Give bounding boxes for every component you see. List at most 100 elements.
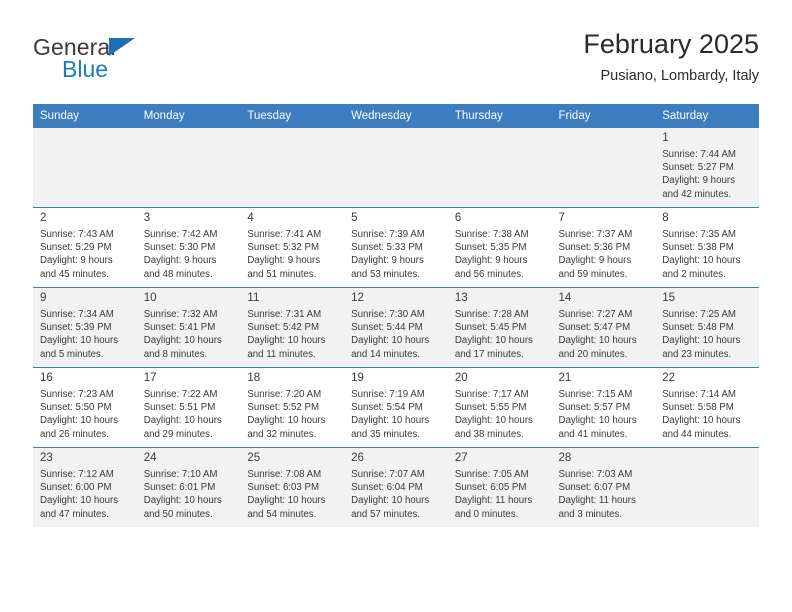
calendar-day-cell[interactable]: 5 Sunrise: 7:39 AM Sunset: 5:33 PM Daylight… xyxy=(344,207,448,287)
calendar-day-cell[interactable]: 2 Sunrise: 7:43 AM Sunset: 5:29 PM Daylight… xyxy=(33,207,137,287)
day-number: 16 xyxy=(40,372,53,384)
sunrise-text: Sunrise: 7:42 AM xyxy=(143,229,218,240)
sunset-text: Sunset: 5:27 PM xyxy=(662,162,734,174)
daylight-text-line1: Daylight: 10 hours xyxy=(143,495,222,507)
daylight-text-line1: Daylight: 10 hours xyxy=(143,335,222,347)
calendar-day-cell[interactable]: 10 Sunrise: 7:32 AM Sunset: 5:41 PM Dayligh… xyxy=(136,287,241,367)
daylight-text-line1: Daylight: 9 hours xyxy=(247,255,321,267)
calendar-day-cell[interactable]: 26 Sunrise: 7:07 AM Sunset: 6:04 PM Dayligh… xyxy=(344,447,448,527)
calendar-day-cell[interactable]: 23 Sunrise: 7:12 AM Sunset: 6:00 PM Dayligh… xyxy=(33,447,137,527)
day-number: 14 xyxy=(558,292,572,304)
calendar-empty-cell xyxy=(655,447,759,527)
empty-cell-inner xyxy=(551,127,656,207)
day-cell-inner: 22 Sunrise: 7:14 AM Sunset: 5:58 PM Dayligh… xyxy=(655,367,759,447)
weekday-header-friday: Friday xyxy=(551,104,656,127)
daylight-text-line1: Daylight: 9 hours xyxy=(351,255,424,267)
sunrise-text: Sunrise: 7:03 AM xyxy=(558,469,633,480)
sunset-text: Sunset: 5:51 PM xyxy=(143,402,216,414)
sunset-text: Sunset: 5:44 PM xyxy=(351,322,423,334)
calendar-day-cell[interactable]: 16 Sunrise: 7:23 AM Sunset: 5:50 PM Dayligh… xyxy=(33,367,137,447)
sunrise-text: Sunrise: 7:28 AM xyxy=(454,309,529,320)
calendar-day-cell[interactable]: 18 Sunrise: 7:20 AM Sunset: 5:52 PM Dayligh… xyxy=(240,367,345,447)
calendar-day-cell[interactable]: 7 Sunrise: 7:37 AM Sunset: 5:36 PM Daylight… xyxy=(551,207,656,287)
sunrise-text: Sunrise: 7:22 AM xyxy=(143,389,218,400)
daylight-text-line1: Daylight: 10 hours xyxy=(247,415,326,427)
sunrise-text: Sunrise: 7:37 AM xyxy=(558,229,633,240)
calendar-day-cell[interactable]: 9 Sunrise: 7:34 AM Sunset: 5:39 PM Daylight… xyxy=(33,287,137,367)
day-cell-inner: 10 Sunrise: 7:32 AM Sunset: 5:41 PM Dayligh… xyxy=(136,287,241,367)
day-cell-inner: 25 Sunrise: 7:08 AM Sunset: 6:03 PM Dayligh… xyxy=(240,447,345,527)
daylight-text-line2: and 38 minutes. xyxy=(454,428,524,440)
daylight-text-line1: Daylight: 10 hours xyxy=(40,415,119,427)
daylight-text-line2: and 59 minutes. xyxy=(558,268,628,280)
calendar-day-cell[interactable]: 28 Sunrise: 7:03 AM Sunset: 6:07 PM Dayligh… xyxy=(551,447,656,527)
calendar-empty-cell xyxy=(344,127,448,207)
calendar-day-cell[interactable]: 13 Sunrise: 7:28 AM Sunset: 5:45 PM Dayligh… xyxy=(447,287,552,367)
sunset-text: Sunset: 6:01 PM xyxy=(143,482,216,494)
daylight-text-line2: and 48 minutes. xyxy=(143,268,213,280)
daylight-text-line1: Daylight: 10 hours xyxy=(558,335,637,347)
sunrise-text: Sunrise: 7:08 AM xyxy=(247,469,322,480)
day-cell-inner: 3 Sunrise: 7:42 AM Sunset: 5:30 PM Daylight… xyxy=(136,207,241,287)
calendar-day-cell[interactable]: 20 Sunrise: 7:17 AM Sunset: 5:55 PM Dayligh… xyxy=(447,367,552,447)
daylight-text-line1: Daylight: 9 hours xyxy=(454,255,528,267)
weekday-header-monday: Monday xyxy=(136,104,241,127)
day-cell-inner: 27 Sunrise: 7:05 AM Sunset: 6:05 PM Dayligh… xyxy=(447,447,552,527)
sunrise-text: Sunrise: 7:17 AM xyxy=(454,389,529,400)
daylight-text-line1: Daylight: 10 hours xyxy=(558,415,637,427)
calendar-week-row: 2 Sunrise: 7:43 AM Sunset: 5:29 PM Daylight… xyxy=(33,207,759,287)
calendar-day-cell[interactable]: 27 Sunrise: 7:05 AM Sunset: 6:05 PM Dayligh… xyxy=(447,447,552,527)
day-cell-inner: 14 Sunrise: 7:27 AM Sunset: 5:47 PM Dayligh… xyxy=(551,287,656,367)
calendar-empty-cell xyxy=(447,127,552,207)
calendar-day-cell[interactable]: 11 Sunrise: 7:31 AM Sunset: 5:42 PM Dayligh… xyxy=(240,287,345,367)
calendar-day-cell[interactable]: 25 Sunrise: 7:08 AM Sunset: 6:03 PM Dayligh… xyxy=(240,447,345,527)
day-cell-inner: 9 Sunrise: 7:34 AM Sunset: 5:39 PM Daylight… xyxy=(33,287,137,367)
calendar-day-cell[interactable]: 6 Sunrise: 7:38 AM Sunset: 5:35 PM Daylight… xyxy=(447,207,552,287)
calendar-week-row: 1 Sunrise: 7:44 AM Sunset: 5:27 PM Daylight… xyxy=(33,127,759,207)
calendar-day-cell[interactable]: 12 Sunrise: 7:30 AM Sunset: 5:44 PM Dayligh… xyxy=(344,287,448,367)
daylight-text-line1: Daylight: 9 hours xyxy=(662,175,735,187)
daylight-text-line2: and 0 minutes. xyxy=(454,508,519,520)
day-cell-inner: 28 Sunrise: 7:03 AM Sunset: 6:07 PM Dayligh… xyxy=(551,447,656,527)
calendar-day-cell[interactable]: 15 Sunrise: 7:25 AM Sunset: 5:48 PM Dayligh… xyxy=(655,287,759,367)
sunset-text: Sunset: 5:58 PM xyxy=(662,402,734,414)
day-cell-inner: 11 Sunrise: 7:31 AM Sunset: 5:42 PM Dayligh… xyxy=(240,287,345,367)
daylight-text-line1: Daylight: 10 hours xyxy=(662,335,741,347)
title-block: February 2025 Pusiano, Lombardy, Italy xyxy=(583,28,759,87)
calendar-day-cell[interactable]: 17 Sunrise: 7:22 AM Sunset: 5:51 PM Dayligh… xyxy=(136,367,241,447)
daylight-text-line2: and 2 minutes. xyxy=(662,268,726,280)
sunset-text: Sunset: 5:29 PM xyxy=(40,242,112,254)
daylight-text-line1: Daylight: 10 hours xyxy=(662,255,741,267)
daylight-text-line2: and 11 minutes. xyxy=(247,348,316,360)
sunrise-text: Sunrise: 7:44 AM xyxy=(662,149,736,160)
calendar-page: General Blue February 2025 Pusiano, Lomb… xyxy=(0,0,792,612)
calendar-day-cell[interactable]: 3 Sunrise: 7:42 AM Sunset: 5:30 PM Daylight… xyxy=(136,207,241,287)
daylight-text-line2: and 45 minutes. xyxy=(40,268,109,280)
empty-cell-inner xyxy=(240,127,345,207)
sunrise-text: Sunrise: 7:30 AM xyxy=(351,309,425,320)
calendar-day-cell[interactable]: 4 Sunrise: 7:41 AM Sunset: 5:32 PM Daylight… xyxy=(240,207,345,287)
calendar-day-cell[interactable]: 19 Sunrise: 7:19 AM Sunset: 5:54 PM Dayligh… xyxy=(344,367,448,447)
daylight-text-line1: Daylight: 10 hours xyxy=(351,495,430,507)
day-number: 22 xyxy=(662,372,676,384)
daylight-text-line2: and 35 minutes. xyxy=(351,428,421,440)
calendar-day-cell[interactable]: 21 Sunrise: 7:15 AM Sunset: 5:57 PM Dayligh… xyxy=(551,367,656,447)
calendar-day-cell[interactable]: 1 Sunrise: 7:44 AM Sunset: 5:27 PM Daylight… xyxy=(655,127,759,207)
calendar-day-cell[interactable]: 22 Sunrise: 7:14 AM Sunset: 5:58 PM Dayligh… xyxy=(655,367,759,447)
day-number: 24 xyxy=(143,452,157,464)
calendar-day-cell[interactable]: 8 Sunrise: 7:35 AM Sunset: 5:38 PM Daylight… xyxy=(655,207,759,287)
day-number: 9 xyxy=(40,292,47,304)
daylight-text-line2: and 5 minutes. xyxy=(40,348,104,360)
day-cell-inner: 13 Sunrise: 7:28 AM Sunset: 5:45 PM Dayligh… xyxy=(447,287,552,367)
sunrise-text: Sunrise: 7:34 AM xyxy=(40,309,114,320)
brand-logo[interactable]: General Blue xyxy=(33,34,293,90)
daylight-text-line2: and 26 minutes. xyxy=(40,428,109,440)
day-number: 27 xyxy=(454,452,468,464)
calendar-day-cell[interactable]: 14 Sunrise: 7:27 AM Sunset: 5:47 PM Dayligh… xyxy=(551,287,656,367)
day-number: 15 xyxy=(662,292,676,304)
day-number: 28 xyxy=(558,452,572,464)
page-header: General Blue February 2025 Pusiano, Lomb… xyxy=(33,28,759,90)
calendar-day-cell[interactable]: 24 Sunrise: 7:10 AM Sunset: 6:01 PM Dayligh… xyxy=(136,447,241,527)
day-number: 11 xyxy=(247,292,260,304)
day-number: 17 xyxy=(143,372,157,384)
